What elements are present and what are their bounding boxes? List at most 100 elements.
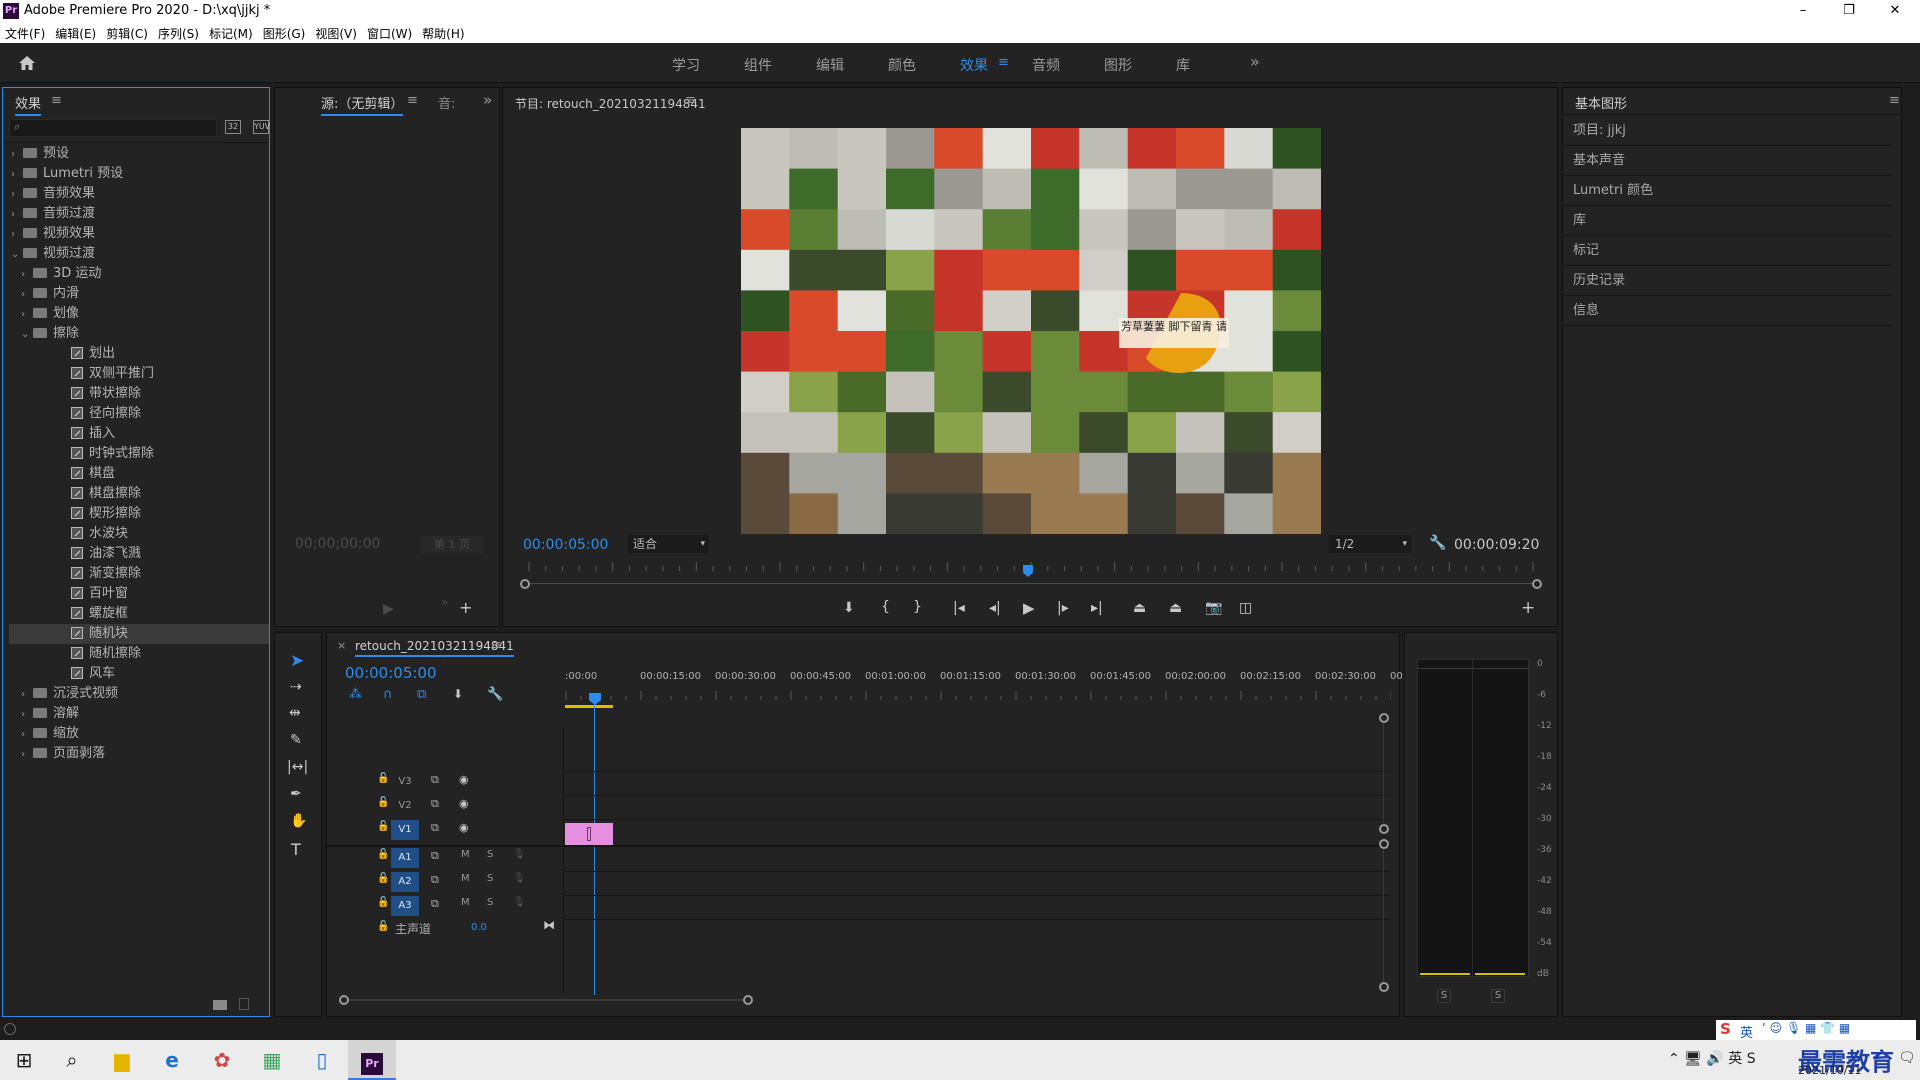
workspace-tab-libraries[interactable]: 库 [1176, 55, 1190, 75]
timeline-clip-v1[interactable] [565, 823, 613, 845]
go-to-out-icon[interactable]: ▸| [1091, 600, 1103, 616]
edge-browser-icon[interactable]: e [148, 1040, 196, 1080]
lock-icon[interactable]: 🔓 [377, 773, 389, 784]
effects-search-input[interactable]: ⌕ [9, 119, 217, 137]
hand-tool-icon[interactable]: ✋ [290, 813, 307, 829]
eye-icon[interactable]: ◉ [459, 797, 469, 810]
effects-tree-item[interactable]: 划出 [31, 344, 269, 364]
menu-edit[interactable]: 编辑(E) [50, 22, 101, 42]
workspace-tab-learn[interactable]: 学习 [672, 55, 700, 75]
pen-tool-icon[interactable]: ✒ [290, 786, 302, 802]
master-bowtie-icon[interactable]: ⧓ [543, 918, 555, 932]
chevron-right-icon[interactable]: › [21, 745, 33, 765]
selection-tool-icon[interactable]: ➤ [290, 651, 304, 671]
effects-tree-item[interactable]: 水波块 [31, 524, 269, 544]
chevron-right-icon[interactable]: › [21, 305, 33, 325]
chevron-right-icon[interactable]: › [21, 725, 33, 745]
timeline-ruler[interactable]: :00:00 00:00:15:00 00:00:30:00 00:00:45:00 0… [565, 669, 1406, 709]
sync-lock-icon[interactable]: ⧉ [431, 797, 439, 811]
effects-tree-item[interactable]: 插入 [31, 424, 269, 444]
snap-icon[interactable]: ∩ [383, 687, 393, 702]
menu-help[interactable]: 帮助(H) [417, 22, 469, 42]
slip-tool-icon[interactable]: |↔| [287, 759, 308, 775]
effects-tree-item[interactable]: 风车 [31, 664, 269, 684]
effects-tree-folder[interactable]: › 预设 [11, 144, 269, 164]
right-panel-menu-icon[interactable]: ≡ [1889, 93, 1900, 108]
track-label-v3[interactable]: V3 [391, 772, 419, 792]
effects-tree-item[interactable]: 楔形擦除 [31, 504, 269, 524]
audio-zoom-handle-bottom[interactable] [1379, 982, 1389, 992]
track-select-tool-icon[interactable]: ⇢ [290, 679, 302, 695]
sync-lock-icon[interactable]: ⧉ [431, 873, 439, 887]
mute-button[interactable]: M [461, 873, 470, 884]
chevron-down-icon[interactable]: ⌄ [11, 245, 23, 265]
ripple-edit-tool-icon[interactable]: ⇹ [289, 705, 301, 721]
mark-out-icon[interactable]: } [913, 599, 922, 615]
eye-icon[interactable]: ◉ [459, 773, 469, 786]
play-button-icon[interactable]: ▶ [1023, 599, 1035, 617]
master-volume-value[interactable]: 0.0 [471, 922, 487, 933]
vertical-zoom-handle-top[interactable] [1379, 713, 1389, 723]
zoom-handle-left[interactable] [520, 579, 530, 589]
effects-tree-folder[interactable]: › 视频效果 [11, 224, 269, 244]
track-label-a2[interactable]: A2 [391, 872, 419, 892]
sync-lock-icon[interactable]: ⧉ [431, 773, 439, 787]
type-tool-icon[interactable]: T [291, 840, 301, 859]
eye-icon[interactable]: ◉ [459, 821, 469, 834]
microphone-icon[interactable]: 🎙 [513, 849, 526, 860]
effects-tree-item[interactable]: 棋盘擦除 [31, 484, 269, 504]
solo-button[interactable]: S [487, 897, 493, 908]
source-menu-icon[interactable]: ≡ [407, 93, 418, 108]
effects-tree-folder[interactable]: › 内滑 [21, 284, 269, 304]
new-folder-icon[interactable] [213, 1000, 227, 1010]
mute-button[interactable]: M [461, 849, 470, 860]
fit-dropdown[interactable]: 适合 ▾ [627, 535, 709, 553]
sogou-ime-icon[interactable]: S [1720, 1020, 1731, 1038]
effects-tree-item[interactable]: 带状擦除 [31, 384, 269, 404]
lock-icon[interactable]: 🔓 [377, 797, 389, 808]
program-playhead[interactable] [1023, 565, 1033, 577]
effects-tree-folder[interactable]: › 溶解 [21, 704, 269, 724]
chevron-right-icon[interactable]: › [11, 145, 23, 165]
workspace-tab-color[interactable]: 颜色 [888, 55, 916, 75]
effects-tree-item[interactable]: 油漆飞溅 [31, 544, 269, 564]
menu-sequence[interactable]: 序列(S) [153, 22, 204, 42]
timeline-settings-wrench-icon[interactable]: 🔧 [487, 687, 503, 702]
effects-tree-item[interactable]: 双侧平推门 [31, 364, 269, 384]
trash-icon[interactable] [239, 998, 249, 1010]
lock-icon[interactable]: 🔓 [377, 873, 389, 884]
right-panel-item-libraries[interactable]: 库 [1563, 206, 1893, 236]
file-explorer-icon[interactable]: ▆ [98, 1040, 146, 1080]
yuv-icon[interactable]: YUV [253, 120, 270, 134]
effects-tree-item[interactable]: 时钟式擦除 [31, 444, 269, 464]
chevron-right-icon[interactable]: › [11, 225, 23, 245]
work-area-bar[interactable] [565, 705, 613, 708]
mark-in-icon[interactable]: { [881, 599, 890, 615]
program-menu-icon[interactable]: ≡ [685, 93, 696, 108]
vertical-zoom-bar[interactable] [1383, 723, 1384, 823]
effects-tree-folder[interactable]: › 沉浸式视频 [21, 684, 269, 704]
effects-tree-item[interactable]: 渐变擦除 [31, 564, 269, 584]
effects-panel-menu-icon[interactable]: ≡ [51, 93, 62, 108]
effects-tree-folder[interactable]: ⌄ 视频过渡 [11, 244, 269, 264]
sync-lock-icon[interactable]: ⧉ [431, 821, 439, 835]
solo-right-button[interactable]: S [1491, 989, 1505, 1003]
effects-tree-folder[interactable]: › 3D 运动 [21, 264, 269, 284]
track-label-a3[interactable]: A3 [391, 896, 419, 916]
effects-tree-folder[interactable]: › 划像 [21, 304, 269, 324]
lock-icon[interactable]: 🔓 [377, 849, 389, 860]
chevron-right-icon[interactable]: › [11, 165, 23, 185]
menu-view[interactable]: 视图(V) [310, 22, 362, 42]
linked-selection-icon[interactable]: ⧉ [417, 687, 426, 702]
source-page-field[interactable]: 第 1 页 [421, 536, 483, 554]
ime-mode[interactable]: 英 [1740, 1022, 1753, 1041]
effects-tree-item[interactable]: 百叶窗 [31, 584, 269, 604]
zoom-handle-right[interactable] [1532, 579, 1542, 589]
timeline-zoom-handle-right[interactable] [743, 995, 753, 1005]
workspace-tab-graphics[interactable]: 图形 [1104, 55, 1132, 75]
wrench-icon[interactable]: 🔧 [1429, 535, 1446, 551]
source-add-button-icon[interactable]: + [459, 598, 472, 617]
effects-tree-item[interactable]: 螺旋框 [31, 604, 269, 624]
chevron-right-icon[interactable]: › [11, 185, 23, 205]
right-panel-item-lumetri-color[interactable]: Lumetri 颜色 [1563, 176, 1893, 206]
